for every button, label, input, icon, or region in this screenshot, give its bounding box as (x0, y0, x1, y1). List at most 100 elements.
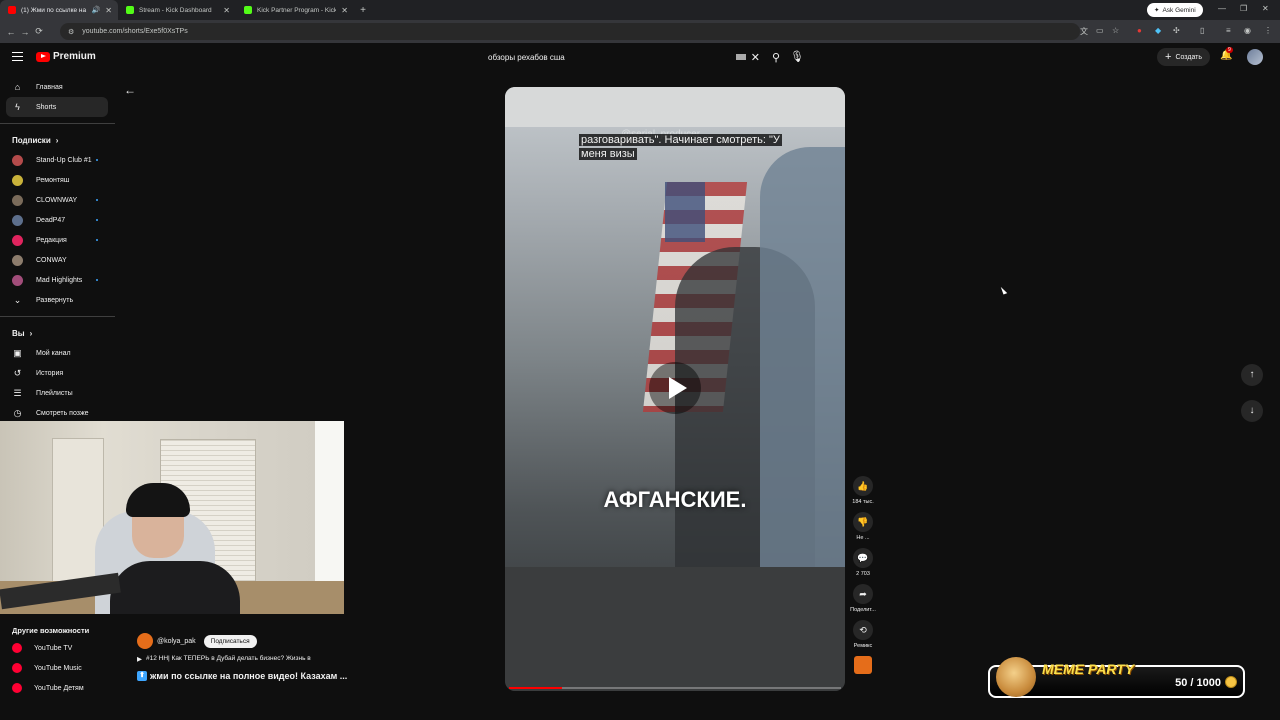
thumbs-down-icon[interactable]: 👎 (853, 512, 873, 532)
close-window-icon[interactable]: ✕ (1262, 4, 1269, 13)
reading-list-icon[interactable]: ≡ (1226, 26, 1231, 35)
dislike-action[interactable]: 👎 Не ... (848, 512, 878, 543)
coin-icon (1225, 676, 1237, 688)
comments-action[interactable]: 💬 2 703 (848, 548, 878, 579)
keyboard-icon[interactable] (735, 54, 746, 60)
reload-icon[interactable]: ⟳ (32, 26, 46, 37)
clear-search-icon[interactable]: ✕ (751, 51, 760, 64)
sidebar-item-watch-later[interactable]: ◷ Смотреть позже (0, 403, 115, 423)
sidebar-item-youtube-kids[interactable]: YouTube Детям (0, 678, 115, 698)
sidebar-item-subscription[interactable]: CONWAY (0, 250, 115, 270)
remix-action[interactable]: ⟲ Ремикс (848, 620, 878, 651)
sidebar-item-home[interactable]: ⌂ Главная (0, 77, 115, 97)
create-button[interactable]: + Создать (1157, 48, 1211, 66)
search-icon[interactable]: ⚲ (772, 51, 780, 64)
new-content-dot (96, 239, 98, 241)
video-title[interactable]: ⬆ жми по ссылке на полное видео! Казахам… (137, 671, 347, 681)
more-menu-icon[interactable]: ⋮ (1264, 26, 1272, 35)
sidebar-item-expand[interactable]: ⌄ Развернуть (0, 290, 115, 310)
voice-search-mic-icon[interactable]: 🎙 (790, 50, 804, 63)
webcam-person-body (110, 561, 240, 614)
account-avatar[interactable] (1247, 49, 1263, 65)
sidebar-item-youtube-tv[interactable]: YouTube TV (0, 638, 115, 658)
youtube-logo[interactable]: Premium (36, 51, 96, 62)
sidebar-item-subscription[interactable]: DeadP47 (0, 210, 115, 230)
caption-text: разговаривать". Начинает смотреть: "У ме… (579, 134, 782, 160)
maximize-window-icon[interactable]: ❐ (1240, 4, 1247, 13)
sidebar-item-subscription[interactable]: Mad Highlights (0, 270, 115, 290)
close-tab-icon[interactable]: ✕ (105, 6, 112, 15)
youtube-music-icon (12, 663, 22, 673)
speaker-icon[interactable]: 🔊 (92, 6, 101, 14)
meme-party-title: MEME PARTY (1042, 661, 1135, 677)
cast-icon[interactable]: ▭ (1096, 26, 1104, 35)
share-action[interactable]: ➦ Поделит... (848, 584, 878, 615)
channel-icon: ▣ (13, 347, 22, 358)
you-heading[interactable]: Вы › (0, 323, 115, 343)
side-panel-icon[interactable]: ▯ (1200, 26, 1204, 35)
previous-short-arrow-up-icon[interactable]: ↑ (1241, 364, 1263, 386)
video-description[interactable]: ▶ #12 НН| Как ТЕПЕРЬ в Дубай делать бизн… (137, 655, 311, 663)
back-arrow-icon[interactable]: ← (124, 83, 136, 97)
video-overlay-text: АФГАНСКИЕ. (603, 487, 747, 512)
site-info-icon[interactable]: ⚙ (68, 28, 74, 36)
translate-icon[interactable]: 文 (1080, 26, 1088, 37)
sidebar-item-my-channel[interactable]: ▣ Мой канал (0, 343, 115, 363)
chevron-right-icon: › (55, 135, 59, 145)
search-box[interactable]: обзоры рехабов сша ✕ ⚲ (480, 47, 780, 67)
sidebar-item-youtube-music[interactable]: YouTube Music (0, 658, 115, 678)
sidebar-item-subscription[interactable]: Stand-Up Club #1 (0, 150, 115, 170)
video-progress-fill (509, 687, 563, 689)
browser-tab-youtube[interactable]: (1) Жми по ссылке на пол 🔊 ✕ (0, 0, 118, 20)
search-input[interactable]: обзоры рехабов сша (480, 53, 736, 62)
browser-tab-kick-partner[interactable]: Kick Partner Program - Kick Da ✕ (236, 0, 354, 20)
minimize-window-icon[interactable]: — (1218, 4, 1226, 13)
browser-tab-kick-dashboard[interactable]: Stream - Kick Dashboard ✕ (118, 0, 236, 20)
remix-icon[interactable]: ⟲ (853, 620, 873, 640)
play-button-icon[interactable] (649, 362, 701, 414)
back-icon[interactable]: ← (4, 27, 18, 37)
channel-avatar[interactable] (137, 633, 153, 649)
sidebar-item-playlists[interactable]: ☰ Плейлисты (0, 383, 115, 403)
sidebar-item-subscription[interactable]: Ремонтяш (0, 170, 115, 190)
kick-favicon-icon (244, 6, 252, 14)
profile-icon[interactable]: ◉ (1244, 26, 1251, 35)
close-tab-icon[interactable]: ✕ (341, 6, 348, 15)
video-progress-bar[interactable] (509, 687, 841, 689)
bookmark-star-icon[interactable]: ☆ (1112, 26, 1119, 35)
next-short-arrow-down-icon[interactable]: ↓ (1241, 400, 1263, 422)
share-icon[interactable]: ➦ (853, 584, 873, 604)
video-title-text: жми по ссылке на полное видео! Казахам .… (150, 671, 348, 681)
sidebar-item-label: История (36, 369, 64, 377)
sidebar-item-subscription[interactable]: CLOWNWAY (0, 190, 115, 210)
extensions-puzzle-icon[interactable]: ✣ (1173, 26, 1180, 35)
like-action[interactable]: 👍 184 тыс. (848, 476, 878, 507)
sidebar-item-shorts[interactable]: ϟ Shorts (6, 97, 108, 117)
sidebar-item-subscription[interactable]: Редакция (0, 230, 115, 250)
dislike-label: Не ... (856, 535, 870, 541)
forward-icon[interactable]: → (18, 27, 32, 37)
hamburger-menu-icon[interactable] (12, 52, 23, 61)
subscriptions-heading[interactable]: Подписки › (0, 130, 115, 150)
comment-icon[interactable]: 💬 (853, 548, 873, 568)
channel-handle[interactable]: @kolya_pak (157, 638, 196, 645)
divider (0, 316, 115, 317)
extension-blue-icon[interactable]: ◆ (1155, 26, 1161, 35)
thumbs-up-icon[interactable]: 👍 (853, 476, 873, 496)
close-tab-icon[interactable]: ✕ (223, 6, 230, 15)
ask-gemini-button[interactable]: ✦ Ask Gemini (1147, 3, 1203, 17)
sound-thumbnail[interactable] (854, 656, 872, 674)
sidebar-item-label: Mad Highlights (36, 276, 83, 284)
new-tab-button[interactable]: + (354, 5, 372, 16)
extension-red-icon[interactable]: ● (1137, 26, 1142, 35)
new-content-dot (96, 219, 98, 221)
you-title: Вы (12, 328, 25, 338)
subscribe-button[interactable]: Подписаться (203, 634, 257, 648)
plus-icon: + (1165, 51, 1172, 63)
address-bar[interactable]: ⚙ youtube.com/shorts/Exe5f0XsTPs (60, 23, 1080, 40)
sidebar-item-history[interactable]: ↺ История (0, 363, 115, 383)
kick-favicon-icon (126, 6, 134, 14)
logo-text: Premium (53, 51, 96, 62)
notifications-bell-icon[interactable]: 🔔 9 (1220, 47, 1233, 61)
shorts-video-player[interactable]: @serial_producer разговаривать". Начинае… (505, 87, 845, 691)
